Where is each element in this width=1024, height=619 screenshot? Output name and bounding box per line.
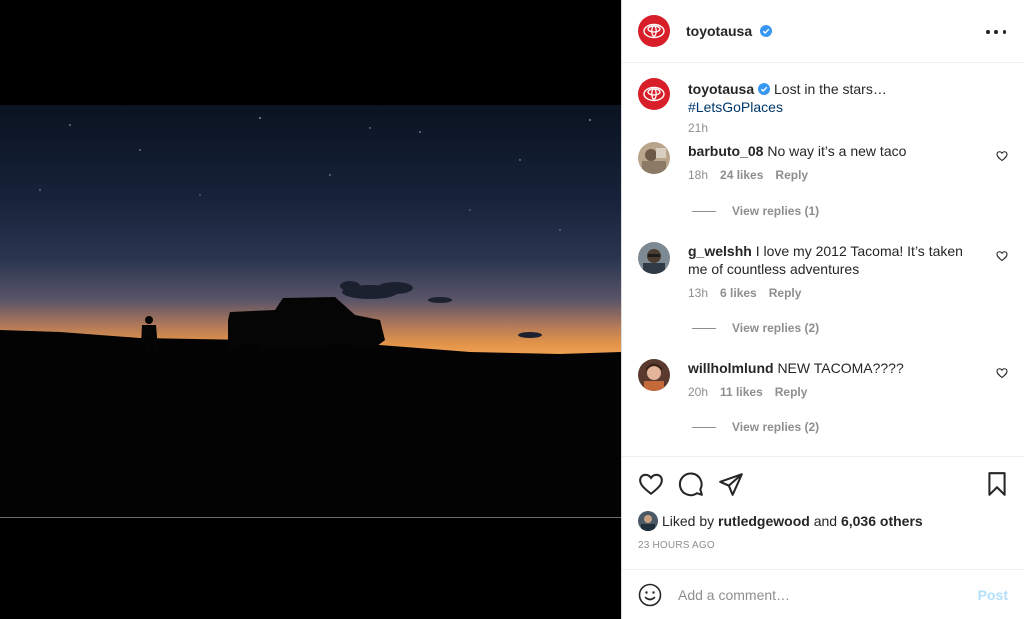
commenter-avatar[interactable] <box>638 142 670 174</box>
reply-button[interactable]: Reply <box>769 286 802 300</box>
toyota-logo-icon <box>643 86 665 102</box>
post-sidebar: toyotausa toyotausa Lost in the stars… #… <box>621 0 1024 619</box>
caption-meta: 21h <box>688 121 984 135</box>
view-replies-button[interactable]: View replies (2) <box>692 321 819 335</box>
reply-button[interactable]: Reply <box>775 168 808 182</box>
verified-badge-icon <box>760 25 773 37</box>
comment-item: g_welshh I love my 2012 Tacoma! It’s tak… <box>638 242 1008 300</box>
heart-icon[interactable] <box>996 150 1008 162</box>
bookmark-icon[interactable] <box>984 471 1010 497</box>
instagram-post: toyotausa toyotausa Lost in the stars… #… <box>0 0 1024 619</box>
verified-badge-icon <box>758 83 771 95</box>
post-comment-button[interactable]: Post <box>978 587 1008 603</box>
comment-bubble-icon[interactable] <box>678 471 704 497</box>
post-image[interactable] <box>0 0 621 619</box>
header-username[interactable]: toyotausa <box>686 23 773 39</box>
night-sky-truck-silhouette-photo <box>0 0 621 619</box>
comment-username[interactable]: willholmlund <box>688 360 774 376</box>
view-replies-label[interactable]: View replies (2) <box>732 420 819 434</box>
comment-text: No way it’s a new taco <box>767 143 907 159</box>
toyota-avatar[interactable] <box>638 15 670 47</box>
toyota-logo-icon <box>643 23 665 39</box>
comment-meta: 20h 11 likes Reply <box>688 385 984 399</box>
more-horizontal-icon[interactable] <box>986 22 1006 42</box>
post-timestamp[interactable]: 23 HOURS AGO <box>638 540 715 551</box>
comment-item: willholmlund NEW TACOMA???? 20h 11 likes R… <box>638 359 1008 399</box>
paper-plane-icon[interactable] <box>718 471 744 497</box>
post-header: toyotausa <box>622 0 1024 63</box>
comment-likes[interactable]: 11 likes <box>720 385 763 399</box>
liker-avatar[interactable] <box>638 511 658 531</box>
caption-username[interactable]: toyotausa <box>688 81 754 97</box>
comment-username[interactable]: g_welshh <box>688 243 752 259</box>
post-actions-section: Liked by rutledgewood and 6,036 others 2… <box>622 456 1024 569</box>
comment-item: barbuto_08 No way it’s a new taco 18h 24 … <box>638 142 1008 182</box>
view-replies-button[interactable]: View replies (2) <box>692 420 819 434</box>
comment-likes[interactable]: 24 likes <box>720 168 763 182</box>
liked-by-middle: and <box>813 513 838 529</box>
header-username-text[interactable]: toyotausa <box>686 23 752 39</box>
view-replies-label[interactable]: View replies (2) <box>732 321 819 335</box>
likes-count[interactable]: 6,036 others <box>841 513 923 529</box>
liked-by-user[interactable]: rutledgewood <box>718 513 810 529</box>
post-caption: toyotausa Lost in the stars… #LetsGoPlac… <box>638 78 1008 135</box>
comment-time[interactable]: 20h <box>688 385 708 399</box>
caption-avatar[interactable] <box>638 78 670 110</box>
comment-time[interactable]: 13h <box>688 286 708 300</box>
heart-icon[interactable] <box>638 471 664 497</box>
action-bar <box>638 471 1008 497</box>
liked-by-prefix: Liked by <box>662 513 715 529</box>
heart-icon[interactable] <box>996 367 1008 379</box>
comment-meta: 18h 24 likes Reply <box>688 168 984 182</box>
add-comment-bar: Post <box>622 569 1024 619</box>
heart-icon[interactable] <box>996 250 1008 262</box>
caption-text: Lost in the stars… <box>774 81 887 97</box>
comment-input[interactable] <box>678 586 958 603</box>
reply-button[interactable]: Reply <box>775 385 808 399</box>
comment-text: NEW TACOMA???? <box>777 360 904 376</box>
comment-meta: 13h 6 likes Reply <box>688 286 984 300</box>
image-divider <box>0 517 621 518</box>
liked-by: Liked by rutledgewood and 6,036 others <box>638 511 923 531</box>
comment-time[interactable]: 18h <box>688 168 708 182</box>
view-replies-label[interactable]: View replies (1) <box>732 204 819 218</box>
comment-likes[interactable]: 6 likes <box>720 286 757 300</box>
commenter-avatar[interactable] <box>638 242 670 274</box>
caption-hashtag[interactable]: #LetsGoPlaces <box>688 99 783 115</box>
comments-list: toyotausa Lost in the stars… #LetsGoPlac… <box>622 63 1024 456</box>
comment-username[interactable]: barbuto_08 <box>688 143 763 159</box>
smiley-icon[interactable] <box>638 583 662 607</box>
view-replies-button[interactable]: View replies (1) <box>692 204 819 218</box>
commenter-avatar[interactable] <box>638 359 670 391</box>
caption-time[interactable]: 21h <box>688 121 708 135</box>
